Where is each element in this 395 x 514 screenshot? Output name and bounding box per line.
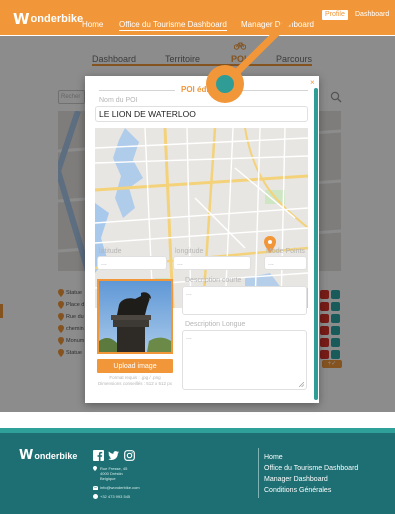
upload-image-button[interactable]: Upload image [97, 359, 173, 373]
long-description-label: Description Longue [185, 321, 246, 328]
logo-word: onderbike [30, 13, 84, 25]
name-label: Nom du POI [99, 97, 138, 104]
upload-hint-dimensions: Dimensions conseillés : 512 x 512 px [97, 381, 173, 386]
email-text: info@wonderbike.com [100, 485, 140, 490]
footer-link-office[interactable]: Office du Tourisme Dashboard [264, 465, 358, 472]
long-description-input[interactable]: ... [182, 330, 307, 390]
poi-edit-modal: × POI édit Nom du POI LE LION DE WATERLO… [85, 76, 319, 403]
points-label: Mode Points [266, 248, 305, 255]
footer-link-home[interactable]: Home [264, 454, 283, 461]
address-text: Rue Fresse, 45 4000 Dréstin Belgique [100, 466, 128, 481]
logo-mark: W [13, 10, 29, 28]
longitude-input[interactable]: ... [173, 256, 251, 270]
mail-icon [93, 485, 98, 490]
footer-divider [258, 448, 259, 498]
footer-link-manager[interactable]: Manager Dashboard [264, 476, 328, 483]
short-description-input[interactable]: ... [182, 286, 307, 315]
facebook-icon[interactable] [93, 450, 104, 461]
instagram-icon[interactable] [124, 450, 135, 461]
twitter-icon[interactable] [108, 450, 119, 461]
poi-photo [97, 279, 173, 354]
footer-address: Rue Fresse, 45 4000 Dréstin Belgique [93, 466, 127, 481]
points-input[interactable]: ... [264, 256, 307, 270]
dashboard-button[interactable]: Dashboard [355, 10, 389, 20]
close-icon[interactable]: × [310, 78, 315, 87]
nav-manager-dashboard[interactable]: Manager Dashboard [241, 20, 314, 29]
footer-stripe [0, 428, 395, 433]
footer-phone[interactable]: +32 473 993 545 [93, 494, 130, 499]
logo-mark: W [19, 448, 33, 463]
title-divider [238, 90, 308, 91]
longitude-label: longitude [175, 248, 204, 255]
map-pin-icon [93, 466, 97, 471]
modal-scrollbar[interactable] [314, 88, 318, 400]
profile-button[interactable]: Profile [322, 10, 348, 20]
nav-home[interactable]: Home [82, 20, 103, 29]
phone-icon [93, 494, 98, 499]
footer-logo[interactable]: W onderbike [19, 448, 77, 463]
long-description-value: ... [186, 334, 192, 341]
nav-office-dashboard[interactable]: Office du Tourisme Dashboard [119, 20, 227, 31]
latitude-label: latitude [99, 248, 122, 255]
footer-email[interactable]: info@wonderbike.com [93, 485, 140, 490]
footer-link-conditions[interactable]: Conditions Générales [264, 487, 331, 494]
brand-logo[interactable]: W onderbike [13, 10, 84, 28]
phone-text: +32 473 993 545 [100, 494, 131, 499]
poi-name-input[interactable]: LE LION DE WATERLOO [95, 106, 308, 122]
title-divider [99, 90, 175, 91]
upload-hint: Format requis : .jpg / .png Dimensions c… [97, 375, 173, 387]
resize-grip-icon[interactable] [299, 382, 304, 387]
logo-word: onderbike [34, 450, 78, 461]
short-description-label: Description courte [185, 277, 242, 284]
latitude-input[interactable]: ... [97, 256, 167, 270]
modal-title: POI édit [181, 85, 212, 94]
